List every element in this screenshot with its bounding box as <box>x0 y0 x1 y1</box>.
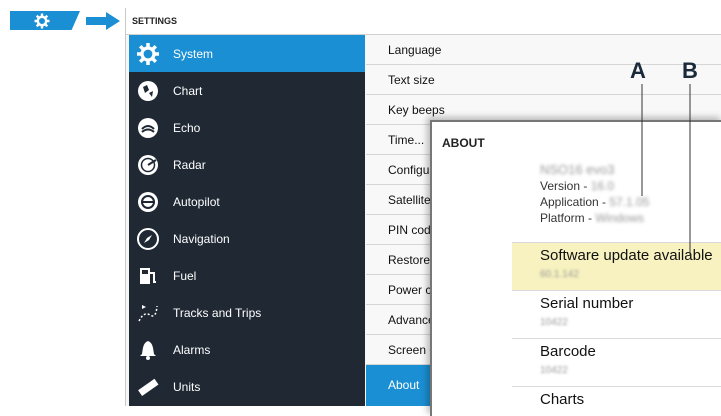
tracks-icon <box>129 294 167 331</box>
submenu-item-label: Language <box>388 43 442 57</box>
serial-number-row[interactable]: Serial number 10422 <box>512 290 721 338</box>
submenu-item-label: PIN cod <box>388 223 431 237</box>
callout-a: A <box>630 58 646 83</box>
sidebar-item-echo[interactable]: Echo <box>129 109 365 146</box>
sidebar-item-label: Tracks and Trips <box>173 305 262 320</box>
barcode-label: Barcode <box>540 343 596 360</box>
sidebar-item-units[interactable]: Units <box>129 368 365 405</box>
device-model: NSO16 evo3 <box>540 162 615 177</box>
submenu-item-label: About <box>388 378 420 392</box>
application-label: Application - <box>540 195 610 209</box>
version-line: Version - 16.0 <box>540 178 649 194</box>
sidebar-item-navigation[interactable]: Navigation <box>129 220 365 257</box>
version-value: 16.0 <box>590 179 615 193</box>
sidebar-item-autopilot[interactable]: Autopilot <box>129 183 365 220</box>
charts-label: Charts <box>540 391 585 408</box>
submenu-item-label: Restore <box>388 253 431 267</box>
gear-icon <box>34 13 50 29</box>
sidebar-item-tracks-and-trips[interactable]: Tracks and Trips <box>129 294 365 331</box>
application-line: Application - 57.1.05 <box>540 194 649 210</box>
sidebar-item-fuel[interactable]: Fuel <box>129 257 365 294</box>
submenu-item-label: Time... <box>388 133 425 147</box>
window-title: SETTINGS <box>132 16 178 26</box>
callout-b: B <box>682 58 698 83</box>
platform-label: Platform - <box>540 211 596 225</box>
serial-number-value: 10422 <box>540 317 568 328</box>
arrow-right-icon <box>86 12 120 30</box>
sidebar-item-chart[interactable]: Chart <box>129 72 365 109</box>
echo-icon <box>129 109 167 146</box>
sidebar-item-label: Radar <box>173 157 206 172</box>
barcode-value: 10422 <box>540 365 568 376</box>
submenu-item-label: Text size <box>388 73 435 87</box>
version-label: Version - <box>540 179 591 193</box>
charts-row[interactable]: Charts <box>512 386 721 416</box>
barcode-row[interactable]: Barcode 10422 <box>512 338 721 386</box>
sidebar-item-radar[interactable]: Radar <box>129 146 365 183</box>
sidebar-item-alarms[interactable]: Alarms <box>129 331 365 368</box>
autopilot-icon <box>129 183 167 220</box>
sidebar-item-label: Navigation <box>173 231 230 246</box>
sidebar-item-label: Fuel <box>173 268 197 283</box>
sidebar-item-label: System <box>173 46 214 61</box>
sidebar-item-system[interactable]: System <box>129 35 365 72</box>
submenu-item-language[interactable]: Language <box>366 35 721 65</box>
submenu-item-label: Screen c <box>388 343 436 357</box>
radar-icon <box>129 146 167 183</box>
settings-sidebar: System Chart Echo Radar Autopilot Naviga… <box>129 35 365 406</box>
fuel-icon <box>129 257 167 294</box>
serial-number-label: Serial number <box>540 295 634 312</box>
callout-leader-lines <box>641 84 691 256</box>
sidebar-item-label: Alarms <box>173 342 211 357</box>
submenu-item-label: Configu <box>388 163 430 177</box>
chart-icon <box>129 72 167 109</box>
navigation-icon <box>129 220 167 257</box>
device-info: NSO16 evo3 Version - 16.0 Application - … <box>540 162 649 226</box>
sidebar-item-label: Units <box>173 379 201 394</box>
submenu-item-label: Power c <box>388 283 432 297</box>
settings-tab[interactable] <box>10 11 80 30</box>
platform-line: Platform - Windows <box>540 210 649 226</box>
about-title: ABOUT <box>442 136 485 150</box>
sidebar-item-label: Autopilot <box>173 194 220 209</box>
units-icon <box>129 368 167 405</box>
software-update-version: 60.1.142 <box>540 269 579 280</box>
sidebar-item-label: Chart <box>173 83 203 98</box>
submenu-item-label: Key beeps <box>388 103 445 117</box>
sidebar-item-label: Echo <box>173 120 201 135</box>
gear-icon <box>129 35 167 72</box>
submenu-item-label: Advance <box>388 313 435 327</box>
submenu-item-label: Satellite <box>388 193 431 207</box>
title-bar: SETTINGS <box>126 8 721 35</box>
alarm-bell-icon <box>129 331 167 368</box>
